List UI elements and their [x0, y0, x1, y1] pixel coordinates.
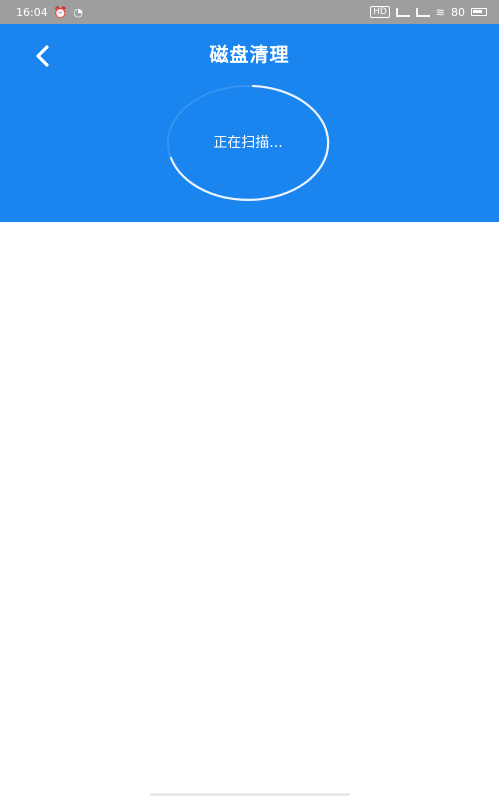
signal-icon: [395, 7, 410, 17]
content-area: [0, 222, 499, 784]
page-title: 磁盘清理: [209, 44, 290, 66]
battery-text: 80: [451, 5, 465, 19]
signal-icon: [415, 7, 430, 17]
home-indicator[interactable]: [150, 793, 350, 796]
wifi-icon: ≋: [435, 5, 445, 19]
alarm-icon: ⏰: [53, 5, 68, 19]
battery-icon: [471, 8, 487, 16]
status-time: 16:04: [16, 5, 48, 19]
status-right: HD ≋ 80: [370, 6, 487, 19]
status-left: 16:04 ⏰ ◔: [16, 6, 83, 19]
header: 磁盘清理 正在扫描...: [0, 24, 499, 222]
screen: 16:04 ⏰ ◔ HD ≋ 80 磁盘清理 正在扫描...: [0, 0, 499, 799]
hd-icon: HD: [370, 6, 390, 18]
scan-status-text: 正在扫描...: [213, 135, 283, 151]
status-bar: 16:04 ⏰ ◔ HD ≋ 80: [0, 0, 499, 24]
wifi-icon: ◔: [73, 5, 84, 19]
